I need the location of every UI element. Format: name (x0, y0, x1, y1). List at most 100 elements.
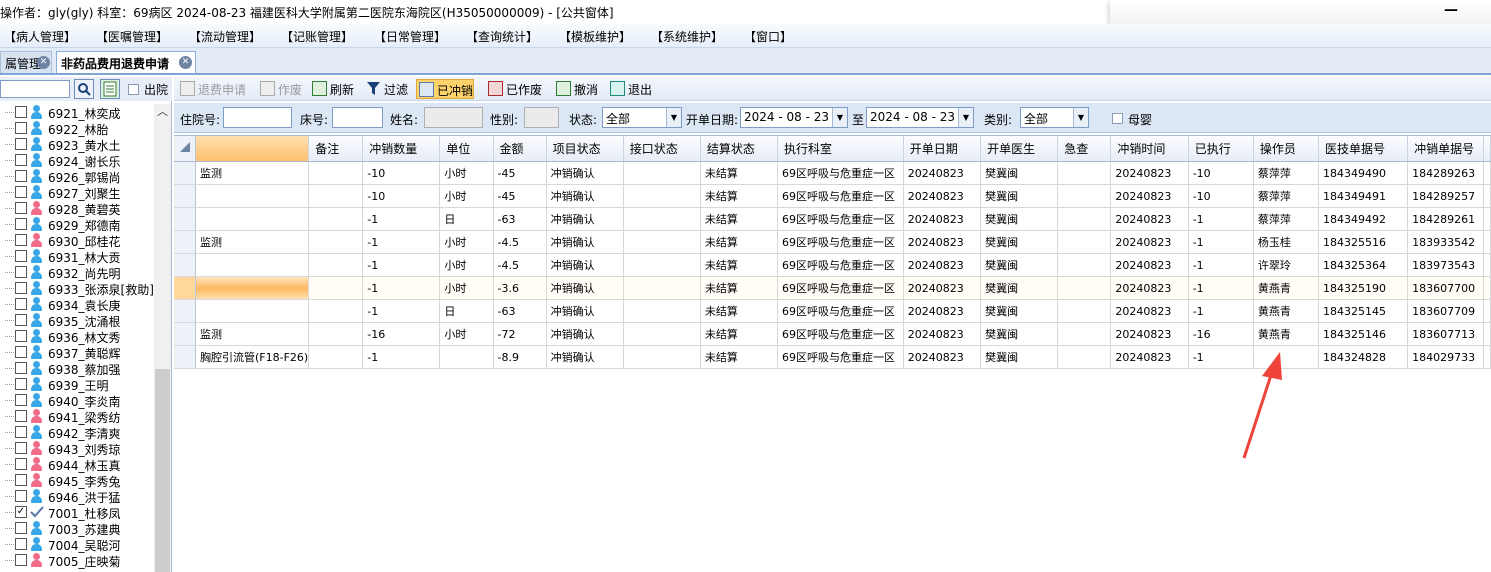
cell-reverse-time[interactable]: 20240823 (1110, 345, 1189, 369)
column-header-item-status[interactable]: 项目状态 (546, 136, 624, 162)
cell-date[interactable]: 20240823 (903, 207, 982, 231)
cell-settle-status[interactable]: 未结算 (700, 276, 779, 300)
table-row[interactable]: -1 日 -63 冲销确认 未结算 69区呼吸与危重症一区 20240823 樊冀闽 20240… (174, 299, 1491, 323)
cell-remark[interactable] (308, 207, 364, 231)
cell-reverse-no[interactable]: 183973543 (1407, 253, 1484, 277)
cell-unit[interactable]: 小时 (439, 161, 494, 185)
cell-operator[interactable]: 蔡萍萍 (1253, 207, 1319, 231)
patient-item[interactable]: 6945_李秀兔 (0, 472, 155, 489)
cell-settle-status[interactable]: 未结算 (700, 322, 779, 346)
cell-iface-status[interactable] (623, 184, 701, 208)
cell-executed[interactable]: -1 (1188, 276, 1254, 300)
cell-unit[interactable]: 日 (439, 299, 494, 323)
column-header-executed[interactable]: 已执行 (1188, 136, 1254, 162)
cell-executed[interactable]: -10 (1188, 161, 1254, 185)
cell-qty[interactable]: -10 (362, 161, 441, 185)
cell-amount[interactable]: -3.6 (493, 276, 547, 300)
patient-checkbox[interactable] (15, 490, 27, 502)
cell-iface-status[interactable] (623, 253, 701, 277)
column-header-urgent[interactable]: 急查 (1057, 136, 1112, 162)
row-header[interactable] (174, 253, 196, 277)
cell-executed[interactable]: -1 (1188, 253, 1254, 277)
patient-item[interactable]: 6921_林奕成 (0, 104, 155, 121)
cell-amount[interactable]: -45 (493, 161, 547, 185)
cell-reverse-time[interactable]: 20240823 (1110, 276, 1189, 300)
cell-qty[interactable]: -1 (362, 276, 441, 300)
cell-remark[interactable] (308, 276, 364, 300)
column-header-dept[interactable]: 执行科室 (777, 136, 904, 162)
cell-reverse-time[interactable]: 20240823 (1110, 230, 1189, 254)
cell-name[interactable]: 监测 (195, 230, 310, 254)
cell-operator[interactable]: 蔡萍萍 (1253, 184, 1319, 208)
cell-executed[interactable]: -16 (1188, 322, 1254, 346)
cell-item-status[interactable]: 冲销确认 (546, 230, 624, 254)
column-header-reverse-no[interactable]: 冲销单据号 (1407, 136, 1484, 162)
patient-item[interactable]: 6939_王明 (0, 376, 155, 393)
column-header-qty[interactable]: 冲销数量 (362, 136, 441, 162)
patient-checkbox[interactable] (15, 298, 27, 310)
cell-amount[interactable]: -8.9 (493, 345, 547, 369)
cell-date[interactable]: 20240823 (903, 299, 982, 323)
row-header[interactable] (174, 345, 196, 369)
column-header-name[interactable] (195, 136, 310, 162)
cell-dept[interactable]: 69区呼吸与危重症一区 (777, 276, 904, 300)
patient-checkbox[interactable]: ✓ (15, 506, 27, 518)
sex-input[interactable] (524, 107, 559, 128)
cell-item-status[interactable]: 冲销确认 (546, 253, 624, 277)
close-icon[interactable]: ✕ (179, 56, 192, 69)
cell-doctor[interactable]: 樊冀闽 (980, 184, 1059, 208)
cell-dept[interactable]: 69区呼吸与危重症一区 (777, 230, 904, 254)
filter-button[interactable]: 过滤 (364, 79, 408, 99)
patient-checkbox[interactable] (15, 250, 27, 262)
patient-item[interactable]: 6943_刘秀琼 (0, 440, 155, 457)
discharged-checkbox[interactable] (128, 84, 139, 95)
cell-item-status[interactable]: 冲销确认 (546, 184, 624, 208)
cell-name[interactable]: 监测 (195, 161, 310, 185)
cell-executed[interactable]: -1 (1188, 230, 1254, 254)
column-header-operator[interactable]: 操作员 (1253, 136, 1319, 162)
column-header-settle-status[interactable]: 结算状态 (700, 136, 779, 162)
cell-reverse-no[interactable]: 183607700 (1407, 276, 1484, 300)
cell-urgent[interactable] (1057, 299, 1112, 323)
cell-name[interactable]: 监测 (195, 322, 310, 346)
chevron-up-icon[interactable]: ︿ (154, 104, 171, 120)
cell-doctor[interactable]: 樊冀闽 (980, 345, 1059, 369)
cell-qty[interactable]: -1 (362, 207, 441, 231)
cell-qty[interactable]: -1 (362, 345, 441, 369)
cell-operator[interactable]: 杨玉桂 (1253, 230, 1319, 254)
patient-item[interactable]: 6940_李炎南 (0, 392, 155, 409)
tab-prev[interactable]: 属管理 ✕ (0, 51, 52, 73)
menu-window[interactable]: 【窗口】 (744, 28, 792, 45)
cell-remark[interactable] (308, 345, 364, 369)
patient-checkbox[interactable] (15, 410, 27, 422)
patient-checkbox[interactable] (15, 378, 27, 390)
patient-item[interactable]: 6941_梁秀纺 (0, 408, 155, 425)
menu-query[interactable]: 【查询统计】 (466, 28, 538, 45)
column-header-iface-status[interactable]: 接口状态 (623, 136, 701, 162)
cell-amount[interactable]: -63 (493, 299, 547, 323)
cell-settle-status[interactable]: 未结算 (700, 161, 779, 185)
cell-doctor[interactable]: 樊冀闽 (980, 230, 1059, 254)
cell-dept[interactable]: 69区呼吸与危重症一区 (777, 345, 904, 369)
menu-template[interactable]: 【模板维护】 (559, 28, 631, 45)
cell-doctor[interactable]: 樊冀闽 (980, 161, 1059, 185)
infant-checkbox[interactable] (1112, 113, 1123, 124)
patient-item[interactable]: 6929_郑德南 (0, 216, 155, 233)
patient-item[interactable]: 6922_林胎 (0, 120, 155, 137)
cell-amount[interactable]: -45 (493, 184, 547, 208)
patient-checkbox[interactable] (15, 538, 27, 550)
patient-item[interactable]: 6928_黄碧英 (0, 200, 155, 217)
cell-doctor[interactable]: 樊冀闽 (980, 276, 1059, 300)
cell-operator[interactable]: 许翠玲 (1253, 253, 1319, 277)
cell-date[interactable]: 20240823 (903, 322, 982, 346)
cell-doctor[interactable]: 樊冀闽 (980, 322, 1059, 346)
patient-checkbox[interactable] (15, 170, 27, 182)
cell-reverse-no[interactable]: 184289261 (1407, 207, 1484, 231)
patient-item[interactable]: 6942_李清爽 (0, 424, 155, 441)
patient-item[interactable]: 6937_黄聪辉 (0, 344, 155, 361)
patient-checkbox[interactable] (15, 218, 27, 230)
cell-urgent[interactable] (1057, 322, 1112, 346)
cell-reverse-no[interactable]: 184289257 (1407, 184, 1484, 208)
reversed-button[interactable]: 已冲销 (416, 79, 475, 99)
menu-orders[interactable]: 【医嘱管理】 (96, 28, 168, 45)
